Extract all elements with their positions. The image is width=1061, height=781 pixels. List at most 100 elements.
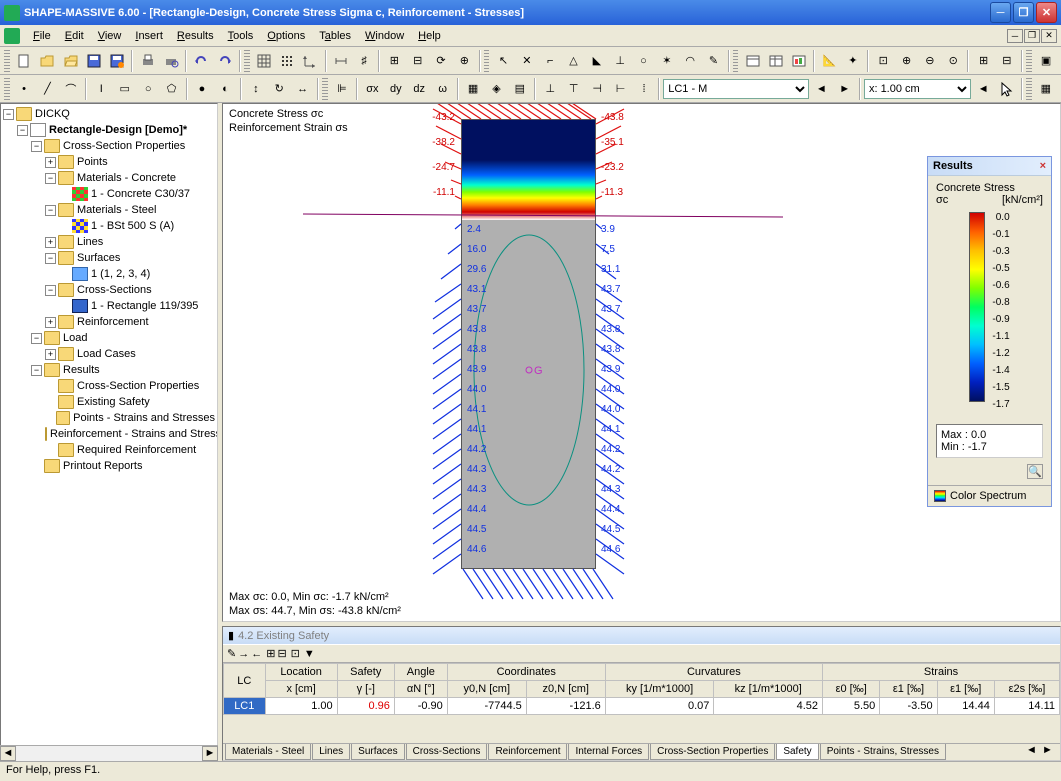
arc-tool[interactable]: ⌒ [60, 77, 82, 100]
table-find-button[interactable]: ⊡ [291, 647, 300, 660]
cell-safety[interactable]: 0.96 [337, 698, 394, 715]
tree-cs-1[interactable]: 1 - Rectangle 119/395 [91, 300, 198, 312]
loadcase-select[interactable]: LC1 - M [663, 79, 809, 99]
pane-handle-icon[interactable]: ▮ [228, 629, 234, 642]
table-tab[interactable]: Cross-Sections [406, 744, 488, 760]
redo-button[interactable] [213, 49, 235, 72]
axes-button[interactable] [299, 49, 321, 72]
col-safety[interactable]: Safety [337, 664, 394, 681]
mat-hollow-button[interactable]: ◐ [214, 77, 236, 100]
snap-corner-button[interactable]: ◣ [586, 49, 608, 72]
menu-options[interactable]: Options [260, 27, 312, 45]
res-dy[interactable]: dy [385, 77, 407, 100]
subcol[interactable]: ε1 [‰] [937, 681, 994, 698]
tree-cross-sections[interactable]: Cross-Sections [77, 284, 152, 296]
results-panel-header[interactable]: Results × [928, 157, 1051, 176]
tree-load[interactable]: Load [63, 332, 87, 344]
menu-file[interactable]: File [26, 27, 58, 45]
menu-tables[interactable]: Tables [312, 27, 358, 45]
line-tool[interactable]: ╱ [36, 77, 58, 100]
toggle-b-button[interactable]: ⊟ [407, 49, 429, 72]
palette-button[interactable]: ▦ [1035, 77, 1057, 100]
style-iso[interactable]: ◈ [485, 77, 507, 100]
table-tab[interactable]: Surfaces [351, 744, 404, 760]
tree-r-csp[interactable]: Cross-Section Properties [77, 380, 199, 392]
subcol[interactable]: αN [°] [394, 681, 447, 698]
menu-results[interactable]: Results [170, 27, 221, 45]
mdi-minimize[interactable]: ─ [1007, 29, 1023, 43]
print-preview-button[interactable] [160, 49, 182, 72]
mdi-restore[interactable]: ❐ [1024, 29, 1040, 43]
subcol[interactable]: y0,N [cm] [447, 681, 526, 698]
section-rect-tool[interactable]: ▭ [114, 77, 136, 100]
prev-view-button[interactable]: ⊟ [996, 49, 1018, 72]
toolbar-grip[interactable] [733, 50, 739, 72]
tree-expand-icon[interactable]: + [45, 317, 56, 328]
subcol[interactable]: ε1 [‰] [880, 681, 937, 698]
col-strains[interactable]: Strains [823, 664, 1060, 681]
load-axial-button[interactable]: ↕ [245, 77, 267, 100]
pan-button[interactable]: ⊞ [972, 49, 994, 72]
tree-mat-steel-1[interactable]: 1 - BSt 500 S (A) [91, 220, 174, 232]
tab-scroll-right[interactable]: ► [1042, 744, 1058, 760]
tree-cs-props[interactable]: Cross-Section Properties [63, 140, 185, 152]
tree-points[interactable]: Points [77, 156, 108, 168]
section-I-tool[interactable]: I [90, 77, 112, 100]
toolbar-grip[interactable] [1026, 78, 1032, 100]
snap-intersect-button[interactable]: ✶ [656, 49, 678, 72]
cell[interactable]: -0.90 [394, 698, 447, 715]
prev-x-button[interactable]: ◄ [972, 77, 994, 100]
next-lc-button[interactable]: ► [834, 77, 856, 100]
coord-input[interactable]: x: 1.00 cm [864, 79, 971, 99]
col-coords[interactable]: Coordinates [447, 664, 605, 681]
menu-help[interactable]: Help [411, 27, 448, 45]
undo-button[interactable] [190, 49, 212, 72]
load-moment-button[interactable]: ↻ [268, 77, 290, 100]
save-as-button[interactable] [106, 49, 128, 72]
open2-button[interactable] [59, 49, 81, 72]
table-filter-button[interactable]: ▼ [304, 648, 315, 660]
close-button[interactable]: ✕ [1036, 2, 1057, 23]
pencil-icon[interactable]: ✎ [702, 49, 724, 72]
table-tab[interactable]: Points - Strains, Stresses [820, 744, 946, 760]
tree-collapse-icon[interactable]: − [45, 205, 56, 216]
bar-r4[interactable]: ⊢ [609, 77, 631, 100]
new-button[interactable] [13, 49, 35, 72]
tree-expand-icon[interactable]: + [45, 157, 56, 168]
cell[interactable]: 4.52 [714, 698, 823, 715]
tree-h-scrollbar[interactable]: ◄ ► [0, 745, 218, 761]
tree-load-cases[interactable]: Load Cases [77, 348, 136, 360]
results-table[interactable]: LC Location Safety Angle Coordinates Cur… [223, 663, 1060, 715]
tree-r-req[interactable]: Required Reinforcement [77, 444, 196, 456]
mdi-close[interactable]: ✕ [1041, 29, 1057, 43]
table-tab[interactable]: Cross-Section Properties [650, 744, 775, 760]
toggle-c-button[interactable]: ⟳ [430, 49, 452, 72]
minimize-button[interactable]: ─ [990, 2, 1011, 23]
cell[interactable]: -121.6 [526, 698, 605, 715]
subcol[interactable]: x [cm] [265, 681, 337, 698]
pick-x-button[interactable]: ✕ [516, 49, 538, 72]
cell[interactable]: 14.44 [937, 698, 994, 715]
disp-mode-1[interactable]: ⊫ [331, 77, 353, 100]
navigator-tree[interactable]: −DICKQ −Rectangle-Design [Demo]* −Cross-… [0, 103, 218, 761]
table-import-button[interactable]: ← [251, 648, 262, 660]
table-export-button[interactable]: → [238, 648, 249, 660]
col-location[interactable]: Location [265, 664, 337, 681]
cell[interactable]: -7744.5 [447, 698, 526, 715]
toolbar-grip[interactable] [244, 50, 250, 72]
toggle-d-button[interactable]: ⊕ [453, 49, 475, 72]
point-tool[interactable]: • [13, 77, 35, 100]
results-window-button[interactable] [788, 49, 810, 72]
table-paste-button[interactable]: ⊟ [277, 647, 286, 660]
tree-mat-concrete-1[interactable]: 1 - Concrete C30/37 [91, 188, 190, 200]
tree-root[interactable]: DICKQ [35, 108, 70, 120]
section-poly-tool[interactable]: ⬠ [160, 77, 182, 100]
table-tab[interactable]: Materials - Steel [225, 744, 311, 760]
dots-button[interactable] [276, 49, 298, 72]
graphics-canvas[interactable]: Concrete Stress σc Reinforcement Strain … [222, 103, 1061, 622]
table-tab[interactable]: Reinforcement [488, 744, 567, 760]
mat-solid-button[interactable]: ● [191, 77, 213, 100]
zoom-in-button[interactable]: ⊕ [895, 49, 917, 72]
tree-collapse-icon[interactable]: − [45, 285, 56, 296]
tree-expand-icon[interactable]: + [45, 237, 56, 248]
